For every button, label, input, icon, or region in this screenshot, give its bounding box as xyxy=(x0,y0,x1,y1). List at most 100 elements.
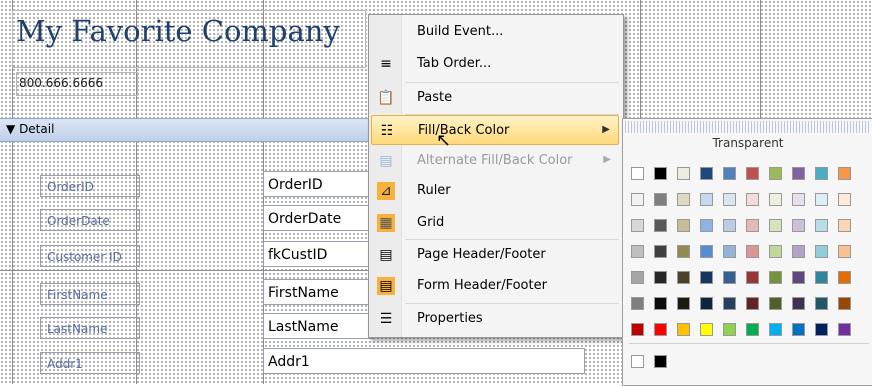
menu-item-page-header-footer[interactable]: ▤ Page Header/Footer xyxy=(371,240,619,270)
alternate-fill-icon: ▤ xyxy=(379,153,393,169)
color-swatch[interactable] xyxy=(746,271,759,284)
menu-item-fill-back-color[interactable]: ☷ Fill/Back Color ▶ xyxy=(371,115,619,145)
color-swatch[interactable] xyxy=(792,297,805,310)
color-swatch[interactable] xyxy=(677,193,690,206)
color-swatch[interactable] xyxy=(746,323,759,336)
color-swatch[interactable] xyxy=(815,193,828,206)
color-swatch[interactable] xyxy=(631,193,644,206)
color-swatch[interactable] xyxy=(700,323,713,336)
section-arrow-icon: ▼ xyxy=(6,122,16,136)
color-swatch[interactable] xyxy=(631,297,644,310)
color-swatch[interactable] xyxy=(654,219,667,232)
field-addr1[interactable]: Addr1 xyxy=(263,348,585,374)
color-swatch[interactable] xyxy=(769,193,782,206)
color-swatch[interactable] xyxy=(769,323,782,336)
color-swatch[interactable] xyxy=(838,219,851,232)
color-swatch[interactable] xyxy=(838,271,851,284)
label-first-name[interactable]: FirstName xyxy=(40,283,140,305)
color-swatch[interactable] xyxy=(769,271,782,284)
color-swatch[interactable] xyxy=(723,219,736,232)
field-cust-id[interactable]: fkCustID xyxy=(263,241,373,267)
color-swatch[interactable] xyxy=(792,271,805,284)
color-swatch[interactable] xyxy=(677,167,690,180)
color-swatch[interactable] xyxy=(723,297,736,310)
field-order-date[interactable]: OrderDate xyxy=(263,205,373,231)
label-addr1[interactable]: Addr1 xyxy=(40,352,140,374)
color-swatch[interactable] xyxy=(677,297,690,310)
label-customer-id[interactable]: Customer ID xyxy=(40,245,140,267)
color-swatch[interactable] xyxy=(654,245,667,258)
color-swatch[interactable] xyxy=(838,167,851,180)
color-swatch[interactable] xyxy=(700,219,713,232)
color-swatch[interactable] xyxy=(677,245,690,258)
menu-item-build-event[interactable]: Build Event... xyxy=(371,17,619,47)
menu-item-ruler[interactable]: ⊿ Ruler xyxy=(371,176,619,206)
recent-color-swatch[interactable] xyxy=(631,355,644,368)
color-swatch[interactable] xyxy=(631,167,644,180)
color-swatch[interactable] xyxy=(746,245,759,258)
label-order-date[interactable]: OrderDate xyxy=(40,209,140,231)
color-swatch[interactable] xyxy=(838,297,851,310)
color-swatch[interactable] xyxy=(792,167,805,180)
color-swatch[interactable] xyxy=(746,297,759,310)
label-last-name[interactable]: LastName xyxy=(40,317,140,339)
color-swatch[interactable] xyxy=(700,167,713,180)
color-swatch[interactable] xyxy=(792,323,805,336)
color-swatch[interactable] xyxy=(723,193,736,206)
company-title: My Favorite Company xyxy=(16,14,340,48)
color-swatch[interactable] xyxy=(700,271,713,284)
color-swatch[interactable] xyxy=(792,219,805,232)
color-swatch[interactable] xyxy=(631,245,644,258)
color-swatch[interactable] xyxy=(654,323,667,336)
color-swatch[interactable] xyxy=(769,167,782,180)
color-swatch[interactable] xyxy=(815,219,828,232)
color-swatch[interactable] xyxy=(815,297,828,310)
color-swatch[interactable] xyxy=(815,271,828,284)
color-swatch[interactable] xyxy=(815,323,828,336)
color-swatch[interactable] xyxy=(700,245,713,258)
color-swatch[interactable] xyxy=(631,323,644,336)
color-swatch[interactable] xyxy=(815,245,828,258)
recent-color-swatch[interactable] xyxy=(654,355,667,368)
color-swatch[interactable] xyxy=(769,245,782,258)
color-swatch[interactable] xyxy=(700,193,713,206)
color-swatch[interactable] xyxy=(654,271,667,284)
color-swatch[interactable] xyxy=(654,297,667,310)
field-first-name[interactable]: FirstName xyxy=(263,279,373,305)
menu-item-form-header-footer[interactable]: ▤ Form Header/Footer xyxy=(371,271,619,301)
color-swatch[interactable] xyxy=(677,323,690,336)
color-swatch[interactable] xyxy=(631,219,644,232)
color-swatch[interactable] xyxy=(792,193,805,206)
color-swatch[interactable] xyxy=(723,245,736,258)
color-swatch[interactable] xyxy=(631,271,644,284)
color-swatch[interactable] xyxy=(746,193,759,206)
menu-item-tab-order[interactable]: ≡ Tab Order... xyxy=(371,49,619,79)
color-swatch[interactable] xyxy=(746,219,759,232)
field-order-id[interactable]: OrderID xyxy=(263,171,373,197)
menu-item-alternate-fill[interactable]: ▤ Alternate Fill/Back Color ▶ xyxy=(371,146,619,176)
color-swatch[interactable] xyxy=(700,297,713,310)
menu-item-paste[interactable]: 📋 Paste xyxy=(371,83,619,113)
color-swatch[interactable] xyxy=(677,219,690,232)
color-swatch[interactable] xyxy=(677,271,690,284)
color-swatch[interactable] xyxy=(723,323,736,336)
palette-drag-handle[interactable] xyxy=(625,121,871,133)
color-swatch[interactable] xyxy=(723,167,736,180)
color-swatch[interactable] xyxy=(815,167,828,180)
color-swatch[interactable] xyxy=(654,193,667,206)
color-swatch[interactable] xyxy=(792,245,805,258)
fill-back-color-icon: ☷ xyxy=(380,123,394,139)
color-swatch[interactable] xyxy=(838,193,851,206)
color-swatch[interactable] xyxy=(838,323,851,336)
color-swatch[interactable] xyxy=(723,271,736,284)
color-swatch[interactable] xyxy=(769,297,782,310)
menu-item-grid[interactable]: ▦ Grid xyxy=(371,208,619,238)
color-swatch[interactable] xyxy=(769,219,782,232)
field-last-name[interactable]: LastName xyxy=(263,313,373,339)
transparent-option[interactable]: Transparent xyxy=(623,136,872,150)
color-swatch[interactable] xyxy=(746,167,759,180)
label-order-id[interactable]: OrderID xyxy=(40,175,140,197)
color-swatch[interactable] xyxy=(838,245,851,258)
menu-item-properties[interactable]: ☰ Properties xyxy=(371,304,619,334)
color-swatch[interactable] xyxy=(654,167,667,180)
